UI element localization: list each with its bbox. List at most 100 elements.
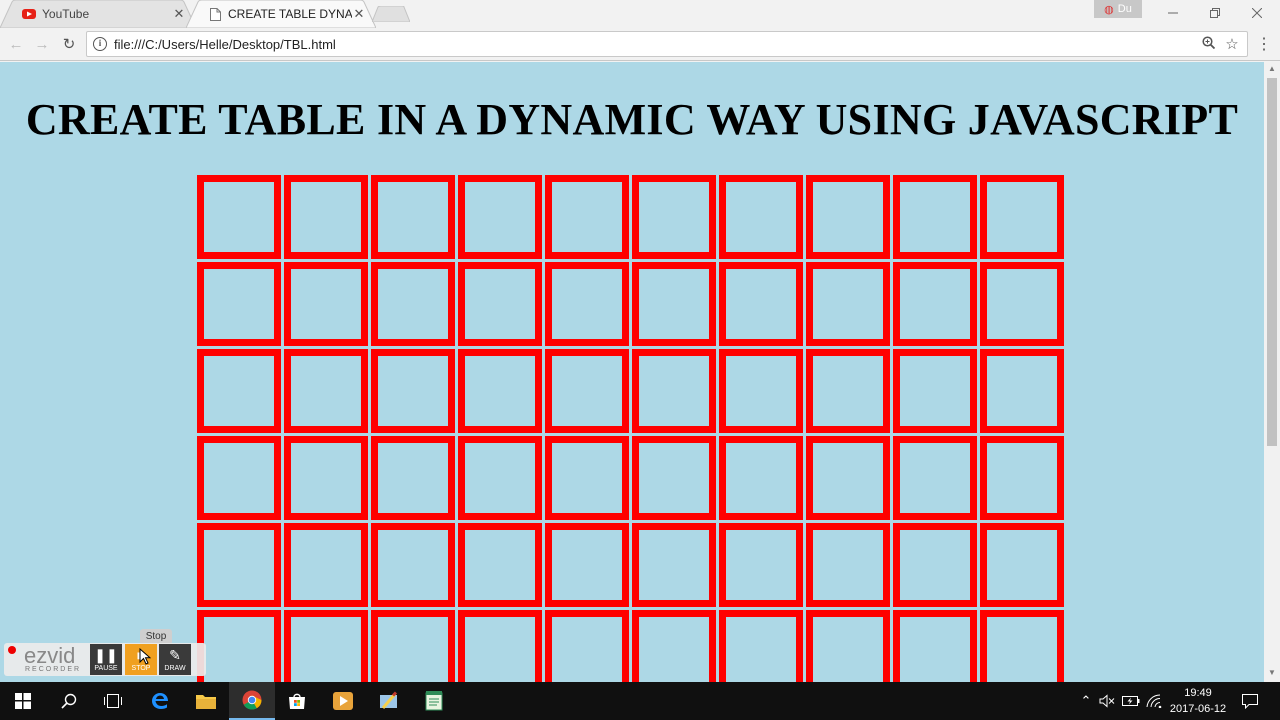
taskbar-paint-app[interactable] bbox=[366, 682, 412, 720]
taskbar-store[interactable] bbox=[274, 682, 320, 720]
table-cell bbox=[719, 349, 803, 433]
table-cell bbox=[458, 523, 542, 607]
wifi-icon bbox=[1146, 694, 1162, 708]
table-cell bbox=[284, 349, 368, 433]
show-hidden-icons-button[interactable]: ⌃ bbox=[1078, 682, 1094, 720]
network-button[interactable] bbox=[1145, 682, 1163, 720]
draw-label: DRAW bbox=[164, 665, 186, 672]
ezvid-logo: ezvid bbox=[24, 643, 76, 668]
scroll-up-icon[interactable]: ▲ bbox=[1264, 64, 1280, 76]
table-cell bbox=[980, 175, 1064, 259]
start-button[interactable] bbox=[0, 682, 46, 720]
search-button[interactable] bbox=[46, 682, 92, 720]
arrow-right-icon: → bbox=[34, 35, 50, 53]
ezvid-recorder-toolbar: ezvid RECORDER ❚❚ PAUSE ■ STOP ✎ DRAW bbox=[4, 643, 206, 676]
bookmark-star-icon[interactable]: ☆ bbox=[1223, 35, 1241, 53]
dynamic-table bbox=[197, 175, 1064, 682]
table-cell bbox=[458, 175, 542, 259]
table-cell bbox=[545, 523, 629, 607]
action-center-button[interactable] bbox=[1238, 682, 1262, 720]
paint-icon bbox=[380, 691, 398, 709]
page-viewport: CREATE TABLE IN A DYNAMIC WAY USING JAVA… bbox=[0, 62, 1264, 682]
table-cell bbox=[458, 436, 542, 520]
back-button[interactable]: ← bbox=[4, 32, 28, 56]
minimize-button[interactable] bbox=[1152, 0, 1194, 26]
tab-create-table[interactable]: CREATE TABLE DYNAMIC ✕ bbox=[186, 0, 376, 28]
scroll-thumb[interactable] bbox=[1267, 78, 1277, 446]
store-icon bbox=[289, 693, 305, 709]
clock-date: 2017-06-12 bbox=[1169, 703, 1227, 715]
table-cell bbox=[806, 349, 890, 433]
scroll-down-icon[interactable]: ▼ bbox=[1264, 668, 1280, 680]
table-cell bbox=[545, 349, 629, 433]
chevron-up-icon: ⌃ bbox=[1080, 693, 1092, 708]
table-cell bbox=[980, 610, 1064, 682]
youtube-icon bbox=[22, 7, 36, 21]
table-cell bbox=[371, 175, 455, 259]
taskbar-media-player[interactable] bbox=[320, 682, 366, 720]
tab-title: CREATE TABLE DYNAMIC bbox=[228, 7, 352, 21]
info-icon[interactable]: i bbox=[93, 37, 107, 51]
system-clock[interactable]: 19:49 2017-06-12 bbox=[1166, 685, 1230, 717]
taskbar-file-explorer[interactable] bbox=[183, 682, 229, 720]
table-cell bbox=[632, 262, 716, 346]
minimize-icon bbox=[1168, 12, 1178, 14]
table-cell bbox=[893, 349, 977, 433]
document-icon bbox=[208, 7, 222, 21]
media-player-icon bbox=[333, 692, 353, 710]
vertical-scrollbar[interactable]: ▲ ▼ bbox=[1264, 62, 1280, 682]
pause-button[interactable]: ❚❚ PAUSE bbox=[90, 644, 122, 675]
browser-toolbar: ← → ↻ i file:///C:/Users/Helle/Desktop/T… bbox=[0, 28, 1280, 61]
table-cell bbox=[197, 610, 281, 682]
table-cell bbox=[893, 175, 977, 259]
clock-time: 19:49 bbox=[1184, 687, 1212, 699]
taskbar-notepad-app[interactable] bbox=[411, 682, 457, 720]
table-cell bbox=[893, 262, 977, 346]
table-cell bbox=[371, 610, 455, 682]
task-view-icon bbox=[104, 694, 122, 708]
address-bar[interactable]: i file:///C:/Users/Helle/Desktop/TBL.htm… bbox=[86, 31, 1248, 57]
table-cell bbox=[545, 175, 629, 259]
new-tab-button[interactable] bbox=[372, 6, 410, 22]
close-window-button[interactable] bbox=[1236, 0, 1278, 26]
table-cell bbox=[719, 436, 803, 520]
close-icon bbox=[1252, 8, 1262, 18]
table-cell bbox=[632, 349, 716, 433]
zoom-icon[interactable] bbox=[1199, 36, 1217, 52]
table-cell bbox=[371, 349, 455, 433]
taskbar-edge[interactable] bbox=[137, 682, 183, 720]
table-cell bbox=[806, 523, 890, 607]
draw-button[interactable]: ✎ DRAW bbox=[159, 644, 191, 675]
table-cell bbox=[284, 262, 368, 346]
close-icon[interactable]: ✕ bbox=[352, 7, 366, 21]
table-cell bbox=[893, 523, 977, 607]
table-cell bbox=[197, 436, 281, 520]
taskbar-chrome[interactable] bbox=[229, 682, 275, 720]
close-icon[interactable]: ✕ bbox=[172, 7, 186, 21]
forward-button[interactable]: → bbox=[30, 32, 54, 56]
windows-taskbar: ⌃ 19:49 2017-06-12 bbox=[0, 682, 1280, 720]
restore-button[interactable] bbox=[1194, 0, 1236, 26]
recording-indicator-icon bbox=[8, 646, 16, 654]
ezvid-logo-subtitle: RECORDER bbox=[25, 666, 82, 673]
reload-button[interactable]: ↻ bbox=[57, 32, 81, 56]
table-cell bbox=[980, 436, 1064, 520]
table-cell bbox=[197, 262, 281, 346]
table-cell bbox=[458, 610, 542, 682]
menu-button[interactable]: ⋮ bbox=[1254, 32, 1274, 56]
profile-button[interactable]: ◍ Du bbox=[1094, 0, 1142, 18]
tab-youtube[interactable]: YouTube ✕ bbox=[0, 0, 196, 28]
url-text[interactable]: file:///C:/Users/Helle/Desktop/TBL.html bbox=[114, 37, 1199, 52]
battery-button[interactable] bbox=[1121, 682, 1141, 720]
table-cell bbox=[197, 175, 281, 259]
table-cell bbox=[893, 610, 977, 682]
volume-button[interactable] bbox=[1098, 682, 1116, 720]
table-cell bbox=[719, 523, 803, 607]
table-cell bbox=[980, 523, 1064, 607]
table-cell bbox=[719, 610, 803, 682]
tab-strip: YouTube ✕ CREATE TABLE DYNAMIC ✕ ◍ Du bbox=[0, 0, 1280, 28]
notification-icon bbox=[1242, 693, 1258, 709]
folder-icon bbox=[196, 695, 216, 709]
table-cell bbox=[632, 175, 716, 259]
task-view-button[interactable] bbox=[90, 682, 136, 720]
